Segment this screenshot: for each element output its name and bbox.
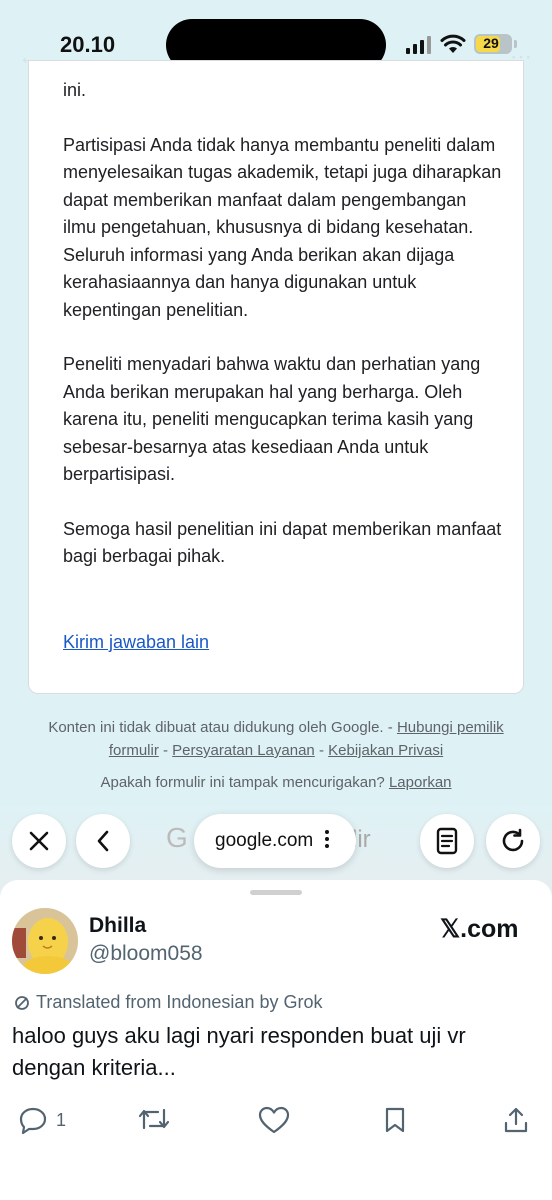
- reply-icon: [19, 1107, 47, 1134]
- reply-button[interactable]: 1: [18, 1106, 66, 1134]
- form-footer: Konten ini tidak dibuat atau didukung ol…: [48, 719, 504, 759]
- back-button[interactable]: [76, 814, 130, 868]
- bookmark-icon: [385, 1107, 405, 1133]
- share-button[interactable]: [503, 1106, 529, 1134]
- translation-text: Translated from Indonesian by Grok: [36, 992, 323, 1012]
- reader-button[interactable]: [420, 814, 474, 868]
- address-bar[interactable]: google.com: [194, 814, 356, 868]
- close-icon: [29, 831, 49, 851]
- like-button[interactable]: [258, 1106, 290, 1134]
- cellular-signal-icon: [406, 36, 431, 54]
- ghost-page-title: G: [166, 822, 188, 853]
- battery-level: 29: [483, 35, 499, 51]
- url-text: google.com: [215, 830, 314, 851]
- report-link[interactable]: Laporkan: [389, 774, 452, 791]
- sheet-handle[interactable]: [250, 890, 302, 895]
- more-vertical-icon[interactable]: [324, 828, 330, 850]
- retweet-icon: [138, 1108, 170, 1130]
- form-card: ini. Partisipasi Anda tidak hanya memban…: [28, 60, 524, 694]
- translate-icon: [15, 995, 29, 1010]
- tweet-actions: 1: [0, 1106, 552, 1146]
- battery-icon: 29: [474, 34, 512, 54]
- form-description: ini. Partisipasi Anda tidak hanya memban…: [63, 77, 503, 598]
- bookmark-button[interactable]: [383, 1106, 407, 1134]
- close-button[interactable]: [12, 814, 66, 868]
- paragraph-thanks: Peneliti menyadari bahwa waktu dan perha…: [63, 354, 481, 484]
- report-question: Apakah formulir ini tampak mencurigakan?: [100, 774, 385, 791]
- author-name[interactable]: Dhilla: [89, 914, 146, 938]
- footer-disclaimer: Konten ini tidak dibuat atau didukung ol…: [48, 719, 384, 736]
- tweet-text: haloo guys aku lagi nyari responden buat…: [12, 1023, 466, 1080]
- status-time: 20.10: [60, 32, 116, 57]
- heart-icon: [258, 1106, 290, 1134]
- author-handle[interactable]: @bloom058: [89, 942, 203, 966]
- x-logo: 𝕏.com: [440, 915, 519, 943]
- reply-count: 1: [56, 1109, 67, 1130]
- chevron-left-icon: [97, 830, 109, 852]
- retweet-button[interactable]: [138, 1106, 170, 1132]
- terms-link[interactable]: Persyaratan Layanan: [172, 742, 315, 759]
- privacy-link[interactable]: Kebijakan Privasi: [328, 742, 443, 759]
- wifi-icon: [440, 34, 466, 53]
- share-icon: [504, 1107, 528, 1133]
- translation-note: Translated from Indonesian by Grok: [14, 992, 322, 1013]
- reload-icon: [502, 828, 524, 852]
- partial-line: ini.: [63, 80, 87, 100]
- avatar-image: [12, 908, 78, 974]
- tweet-sheet: Dhilla @bloom058 𝕏.com Translated from I…: [0, 880, 552, 1200]
- paragraph-participation: Partisipasi Anda tidak hanya membantu pe…: [63, 134, 502, 320]
- reader-icon: [436, 827, 458, 855]
- paragraph-hope: Semoga hasil penelitian ini dapat member…: [63, 518, 502, 567]
- reload-button[interactable]: [486, 814, 540, 868]
- avatar[interactable]: [12, 908, 78, 974]
- report-line: Apakah formulir ini tampak mencurigakan?…: [40, 774, 512, 791]
- submit-another-response-link[interactable]: Kirim jawaban lain: [63, 632, 209, 653]
